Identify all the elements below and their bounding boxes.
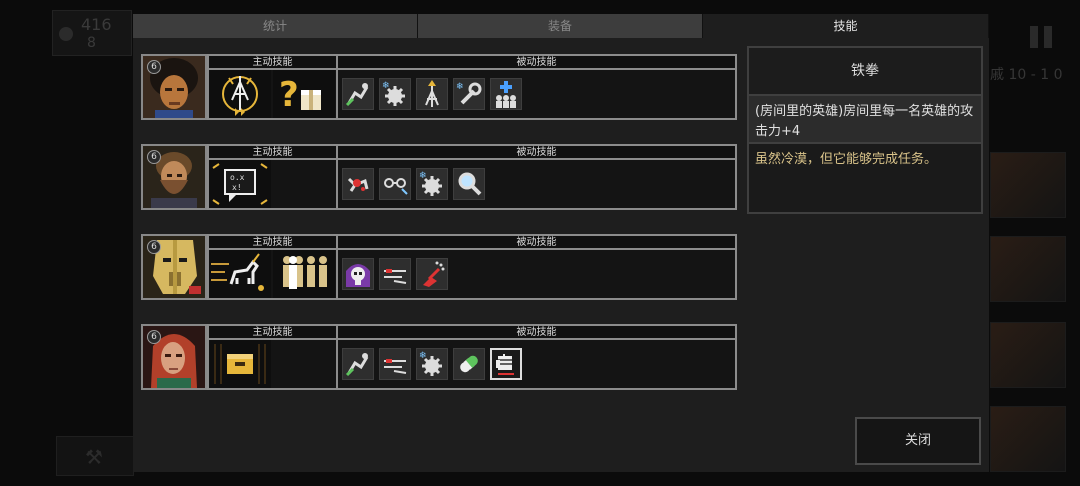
hero-row: 6 主动技能	[141, 54, 737, 120]
pill-icon[interactable]	[453, 348, 485, 380]
lightning-tower-skill-icon[interactable]	[209, 70, 271, 118]
passive-skills-header: 被动技能	[338, 146, 735, 160]
game-screen: 416 8 ⚒ 戚 10 - 1 0 统计 装备 技能 6 主动技能 ? 被动技…	[0, 0, 1080, 486]
secondary-count: 8	[87, 35, 96, 51]
active-skills-section: 主动技能	[207, 324, 338, 390]
level-badge: 6	[147, 150, 161, 164]
passive-skills-header: 被动技能	[338, 56, 735, 70]
resource-count: 416	[81, 15, 112, 34]
active-skills-header: 主动技能	[209, 56, 336, 70]
bearded-hero-portrait[interactable]: 6	[141, 144, 207, 210]
tower-boost-icon[interactable]	[416, 78, 448, 110]
supply-crate-skill-icon[interactable]	[209, 340, 271, 388]
level-badge: 6	[147, 330, 161, 344]
resource-counter: 416 8	[52, 10, 132, 56]
skill-flavor-text: 虽然冷漠，但它能够完成任务。	[755, 152, 938, 167]
iron-fist-icon[interactable]	[490, 348, 522, 380]
background-hero-portrait	[990, 322, 1066, 388]
tab-equipment[interactable]: 装备	[418, 14, 703, 38]
active-skills-header: 主动技能	[209, 326, 336, 340]
active-skills-header: 主动技能	[209, 146, 336, 160]
passive-skills-section: 被动技能	[336, 234, 737, 300]
passive-skills-section: 被动技能 ❄ ❄	[336, 54, 737, 120]
close-button[interactable]: 关闭	[855, 417, 981, 465]
mystery-box-skill-icon[interactable]: ?	[273, 70, 335, 118]
svg-text:❄: ❄	[419, 351, 427, 361]
blood-splat-icon[interactable]	[342, 168, 374, 200]
hero-row: 6 主动技能	[141, 324, 737, 390]
redhead-hero-portrait[interactable]: 6	[141, 324, 207, 390]
unicorn-charge-skill-icon[interactable]	[209, 250, 271, 298]
skill-title: 铁拳	[749, 48, 981, 96]
svg-text:x!: x!	[232, 183, 242, 192]
crawl-poison-icon[interactable]	[342, 78, 374, 110]
skull-hood-icon[interactable]	[342, 258, 374, 290]
svg-text:❄: ❄	[456, 82, 464, 92]
gear-frost-icon[interactable]: ❄	[416, 168, 448, 200]
svg-text:❄: ❄	[382, 81, 390, 91]
radar-chip-skill-icon[interactable]: o.x x!	[209, 160, 271, 208]
tab-bar: 统计 装备 技能	[133, 14, 989, 38]
tab-skills[interactable]: 技能	[703, 14, 989, 38]
pause-icon	[1030, 26, 1056, 48]
team-heal-icon[interactable]	[490, 78, 522, 110]
wrench-frost-icon[interactable]: ❄	[453, 78, 485, 110]
svg-text:?: ?	[279, 75, 299, 115]
passive-skills-header: 被动技能	[338, 326, 735, 340]
active-skills-section: 主动技能 ?	[207, 54, 338, 120]
clone-squad-skill-icon[interactable]	[273, 250, 335, 298]
background-action-button: ⚒	[56, 436, 134, 476]
passive-skills-section: 被动技能 ❄	[336, 324, 737, 390]
crawl-poison-icon[interactable]	[342, 348, 374, 380]
red-dash-icon[interactable]	[379, 348, 411, 380]
svg-text:o.x: o.x	[230, 173, 245, 182]
red-dash-icon[interactable]	[379, 258, 411, 290]
spray-can-icon[interactable]	[416, 258, 448, 290]
skills-dialog: 统计 装备 技能 6 主动技能 ? 被动技能 ❄ ❄ 6 主动技能 o.x x!…	[133, 14, 989, 472]
gear-frost-icon[interactable]: ❄	[416, 348, 448, 380]
svg-text:❄: ❄	[419, 171, 427, 181]
hero-row: 6 主动技能	[141, 144, 737, 210]
level-badge: 6	[147, 240, 161, 254]
magnifier-icon[interactable]	[453, 168, 485, 200]
level-badge: 6	[147, 60, 161, 74]
skill-info-panel: 铁拳 (房间里的英雄)房间里每一名英雄的攻击力+4 虽然冷漠，但它能够完成任务。	[747, 46, 983, 214]
afro-hero-portrait[interactable]: 6	[141, 54, 207, 120]
active-skills-section: 主动技能	[207, 234, 338, 300]
tab-stats[interactable]: 统计	[133, 14, 418, 38]
coin-icon	[59, 27, 73, 41]
hammer-icon: ⚒	[85, 445, 103, 469]
robot-hero-portrait[interactable]: 6	[141, 234, 207, 300]
goggles-icon[interactable]	[379, 168, 411, 200]
background-hero-portrait	[990, 236, 1066, 302]
hero-row: 6 主动技能	[141, 234, 737, 300]
active-skills-header: 主动技能	[209, 236, 336, 250]
background-hero-portrait	[990, 406, 1066, 472]
passive-skills-header: 被动技能	[338, 236, 735, 250]
passive-skills-section: 被动技能 ❄	[336, 144, 737, 210]
background-hero-portrait	[990, 152, 1066, 218]
skill-description: (房间里的英雄)房间里每一名英雄的攻击力+4	[749, 96, 981, 144]
wave-indicator: 戚 10 - 1 0	[990, 67, 1063, 83]
gear-frost-icon[interactable]: ❄	[379, 78, 411, 110]
active-skills-section: 主动技能 o.x x!	[207, 144, 338, 210]
